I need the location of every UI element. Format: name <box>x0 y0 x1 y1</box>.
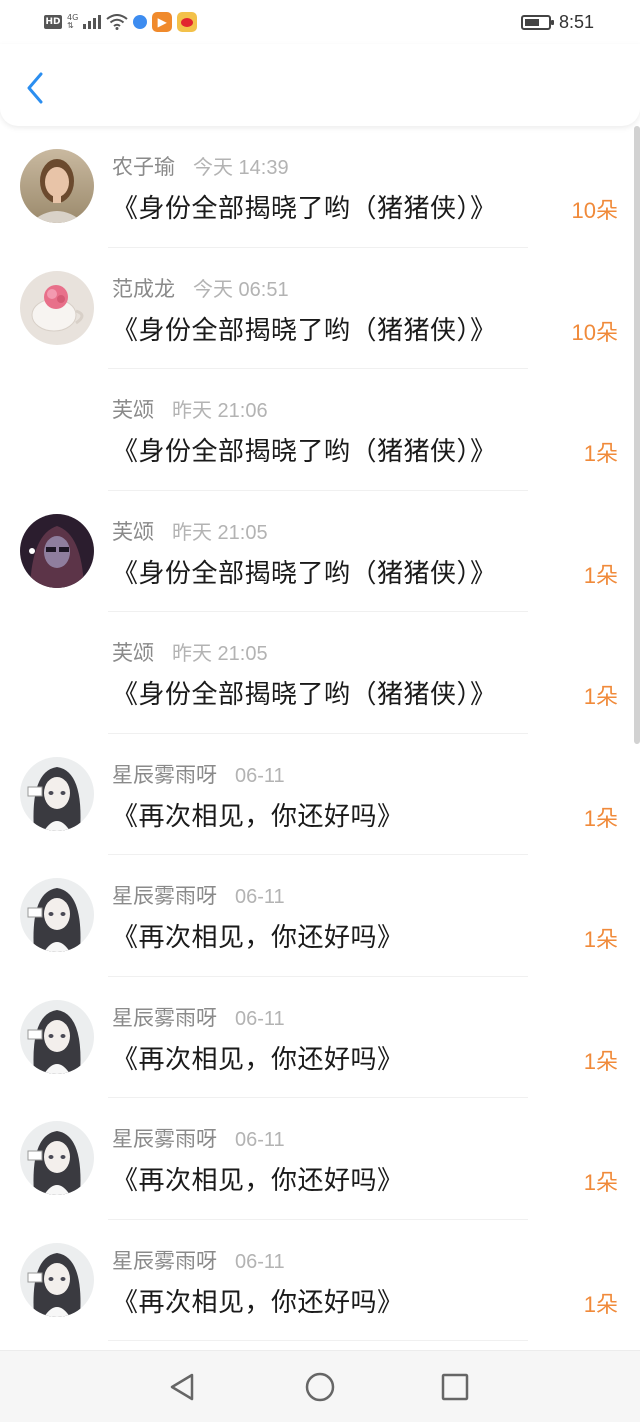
weibo-icon <box>177 12 198 32</box>
item-meta: 星辰雾雨呀 06-11 <box>112 1002 285 1032</box>
work-title[interactable]: 《再次相见，你还好吗》 <box>112 1282 404 1319</box>
item-meta: 农子瑜 今天 14:39 <box>112 151 289 181</box>
item-meta: 芙颂 昨天 21:06 <box>112 394 268 424</box>
timestamp: 昨天 21:05 <box>172 521 268 544</box>
avatar[interactable] <box>20 1121 94 1195</box>
list-item[interactable]: 星辰雾雨呀 06-11 《再次相见，你还好吗》 1朵 <box>0 734 640 855</box>
status-bar: HD 4G ⇅ ▶ 8:51 <box>0 0 640 44</box>
user-name[interactable]: 芙颂 <box>112 637 154 667</box>
flower-count: 1朵 <box>583 562 618 588</box>
chevron-left-icon <box>27 72 43 104</box>
flower-count: 1朵 <box>583 684 618 709</box>
timestamp: 今天 14:39 <box>193 157 289 179</box>
timestamp: 昨天 21:06 <box>172 400 268 422</box>
timestamp: 今天 06:51 <box>193 278 289 301</box>
data-arrows-icon: ⇅ <box>67 21 74 30</box>
flower-count: 1朵 <box>583 1170 618 1195</box>
user-name[interactable]: 星辰雾雨呀 <box>112 1245 217 1275</box>
user-name[interactable]: 星辰雾雨呀 <box>112 880 217 910</box>
hd-badge: HD <box>44 15 62 29</box>
status-icons-left: HD 4G ⇅ ▶ <box>44 10 198 34</box>
video-app-icon: ▶ <box>152 12 173 32</box>
clock: 8:51 <box>558 11 594 32</box>
list-item[interactable]: 芙颂 昨天 21:05 《身份全部揭晓了哟（猪猪侠）》 1朵 <box>0 612 640 734</box>
recents-square-icon <box>441 1373 469 1401</box>
divider <box>108 1340 528 1341</box>
list-item[interactable]: 芙颂 昨天 21:05 《身份全部揭晓了哟（猪猪侠）》 1朵 <box>0 491 640 612</box>
timestamp: 06-11 <box>235 764 285 787</box>
timestamp: 06-11 <box>235 886 285 908</box>
scrollbar[interactable] <box>634 126 640 744</box>
status-icons-right: 8:51 <box>520 10 594 34</box>
list-item[interactable]: 星辰雾雨呀 06-11 《再次相见，你还好吗》 1朵 <box>0 977 640 1098</box>
timestamp: 06-11 <box>235 1250 285 1273</box>
avatar[interactable] <box>20 513 94 588</box>
avatar[interactable] <box>20 999 94 1074</box>
gift-list: 农子瑜 今天 14:39 《身份全部揭晓了哟（猪猪侠）》 10朵 范成龙 今天 06:51… <box>0 126 640 1350</box>
signal-icon <box>83 15 102 29</box>
avatar[interactable] <box>20 1242 94 1317</box>
user-name[interactable]: 星辰雾雨呀 <box>112 759 217 789</box>
avatar[interactable] <box>20 149 94 223</box>
timestamp: 昨天 21:05 <box>172 643 268 665</box>
flower-count: 1朵 <box>583 805 618 831</box>
nav-home-button[interactable] <box>300 1367 340 1407</box>
item-meta: 星辰雾雨呀 06-11 <box>112 759 285 789</box>
user-name[interactable]: 芙颂 <box>112 394 154 424</box>
flower-count: 1朵 <box>583 1291 618 1317</box>
item-meta: 星辰雾雨呀 06-11 <box>112 880 285 910</box>
user-name[interactable]: 星辰雾雨呀 <box>112 1123 217 1153</box>
timestamp: 06-11 <box>235 1007 285 1030</box>
work-title[interactable]: 《身份全部揭晓了哟（猪猪侠）》 <box>112 674 497 711</box>
system-nav-bar <box>0 1350 640 1422</box>
list-item[interactable]: 范成龙 今天 06:51 《身份全部揭晓了哟（猪猪侠）》 10朵 <box>0 248 640 369</box>
user-name[interactable]: 范成龙 <box>112 273 175 303</box>
work-title[interactable]: 《身份全部揭晓了哟（猪猪侠）》 <box>112 431 497 468</box>
avatar[interactable] <box>20 878 94 952</box>
work-title[interactable]: 《再次相见，你还好吗》 <box>112 1039 404 1076</box>
header <box>0 44 640 126</box>
avatar[interactable] <box>20 756 94 831</box>
work-title[interactable]: 《再次相见，你还好吗》 <box>112 796 404 833</box>
nav-recents-button[interactable] <box>435 1367 475 1407</box>
item-meta: 星辰雾雨呀 06-11 <box>112 1123 285 1153</box>
item-meta: 芙颂 昨天 21:05 <box>112 516 268 546</box>
flower-count: 10朵 <box>571 319 618 345</box>
work-title[interactable]: 《再次相见，你还好吗》 <box>112 1160 404 1197</box>
timestamp: 06-11 <box>235 1129 285 1151</box>
item-meta: 星辰雾雨呀 06-11 <box>112 1245 285 1275</box>
user-name[interactable]: 农子瑜 <box>112 151 175 181</box>
work-title[interactable]: 《身份全部揭晓了哟（猪猪侠）》 <box>112 553 497 590</box>
user-name[interactable]: 芙颂 <box>112 516 154 546</box>
list-item[interactable]: 星辰雾雨呀 06-11 《再次相见，你还好吗》 1朵 <box>0 1220 640 1341</box>
flower-count: 1朵 <box>583 441 618 466</box>
work-title[interactable]: 《身份全部揭晓了哟（猪猪侠）》 <box>112 310 497 347</box>
battery-icon <box>520 14 554 30</box>
back-button[interactable] <box>18 68 52 108</box>
flower-count: 1朵 <box>583 927 618 952</box>
back-triangle-icon <box>170 1373 194 1401</box>
item-meta: 芙颂 昨天 21:05 <box>112 637 268 667</box>
work-title[interactable]: 《身份全部揭晓了哟（猪猪侠）》 <box>112 188 497 225</box>
home-circle-icon <box>305 1372 335 1402</box>
item-meta: 范成龙 今天 06:51 <box>112 273 289 303</box>
work-title[interactable]: 《再次相见，你还好吗》 <box>112 917 404 954</box>
list-item[interactable]: 农子瑜 今天 14:39 《身份全部揭晓了哟（猪猪侠）》 10朵 <box>0 126 640 248</box>
network-type: 4G ⇅ <box>67 14 78 30</box>
flower-count: 1朵 <box>583 1048 618 1074</box>
list-item[interactable]: 星辰雾雨呀 06-11 《再次相见，你还好吗》 1朵 <box>0 1098 640 1220</box>
nav-back-button[interactable] <box>162 1367 202 1407</box>
user-name[interactable]: 星辰雾雨呀 <box>112 1002 217 1032</box>
list-item[interactable]: 芙颂 昨天 21:06 《身份全部揭晓了哟（猪猪侠）》 1朵 <box>0 369 640 491</box>
avatar[interactable] <box>20 270 94 345</box>
list-item[interactable]: 星辰雾雨呀 06-11 《再次相见，你还好吗》 1朵 <box>0 855 640 977</box>
wifi-icon <box>106 14 128 30</box>
flower-count: 10朵 <box>571 198 618 223</box>
browser-icon <box>133 15 148 29</box>
